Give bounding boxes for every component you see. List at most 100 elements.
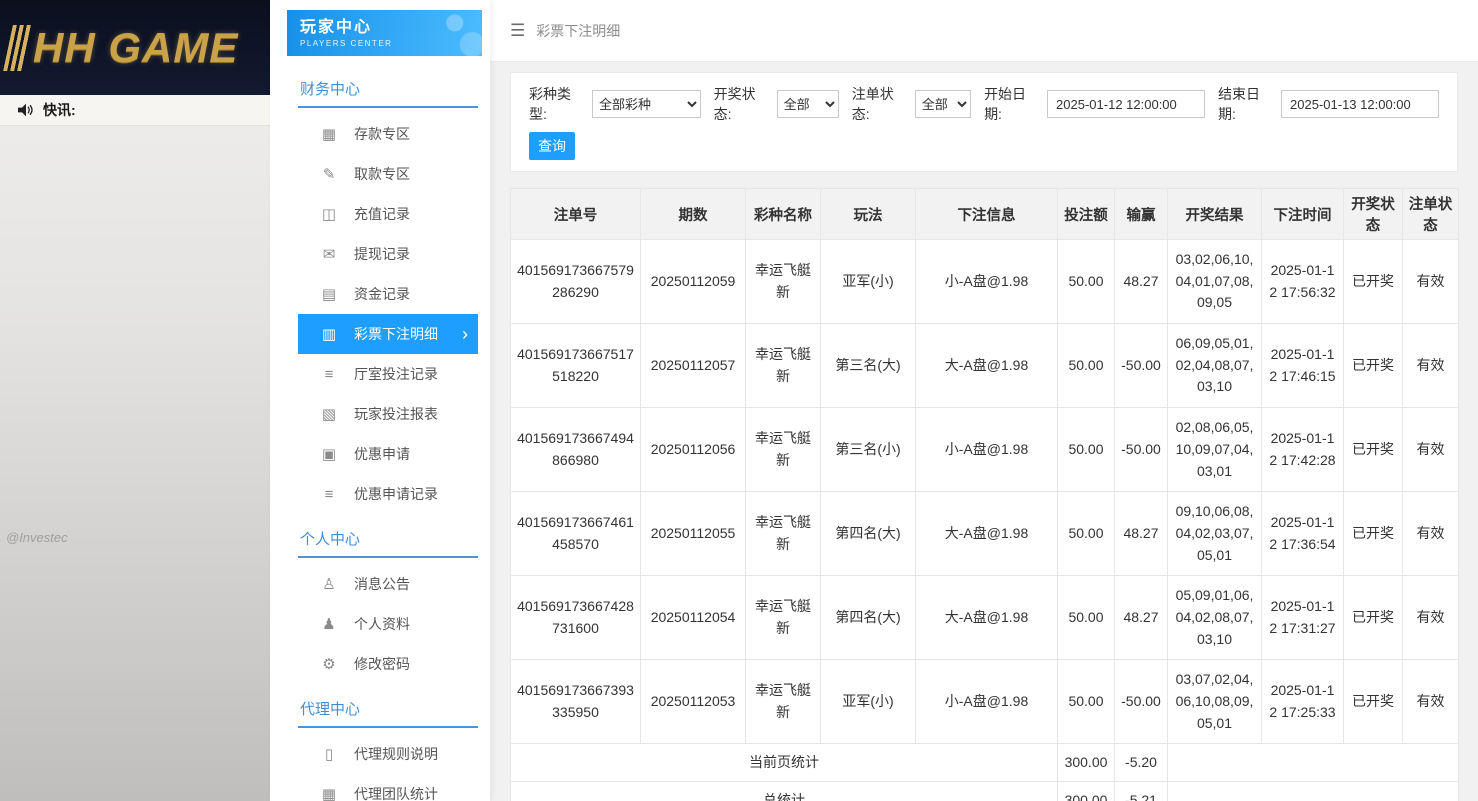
sidebar-item-agent-team-stats[interactable]: ▦ 代理团队统计: [298, 774, 478, 801]
cell-lottery-name: 幸运飞艇新: [746, 492, 821, 576]
order-status-select[interactable]: 全部: [915, 90, 971, 118]
cell-play-type: 第四名(大): [821, 492, 916, 576]
cell-bet-time: 2025-01-12 17:31:27: [1262, 576, 1344, 660]
sidebar-item-label: 存款专区: [354, 124, 410, 144]
cell-period: 20250112055: [641, 492, 746, 576]
cell-bet-info: 大-A盘@1.98: [916, 324, 1058, 408]
sidebar-item-promo-apply[interactable]: ▣ 优惠申请: [298, 434, 478, 474]
cell-period: 20250112054: [641, 576, 746, 660]
cell-bet-amount: 50.00: [1058, 660, 1115, 744]
cell-order-status: 有效: [1403, 660, 1459, 744]
logo: HH GAME: [0, 0, 270, 95]
deposit-icon: ▦: [318, 125, 340, 143]
sidebar-item-profile[interactable]: ♟个人资料: [298, 604, 478, 644]
cell-order-status: 有效: [1403, 240, 1459, 324]
sidebar-item-label: 玩家投注报表: [354, 404, 438, 424]
player-center-subtitle: PLAYERS CENTER: [300, 39, 482, 48]
column-header-bet-time: 下注时间: [1262, 189, 1344, 240]
sidebar-item-promo-apply-record[interactable]: ≡优惠申请记录: [298, 474, 478, 514]
brand-panel: HH GAME 快讯: @Investec: [0, 0, 270, 801]
topbar: ☰ 彩票下注明细: [490, 0, 1478, 62]
table-row: 40156917366749486698020250112056幸运飞艇新第三名…: [511, 408, 1459, 492]
cell-order-status: 有效: [1403, 492, 1459, 576]
cell-draw-status: 已开奖: [1344, 660, 1403, 744]
sidebar-item-withdraw-record[interactable]: ✉提现记录: [298, 234, 478, 274]
end-date-input[interactable]: [1281, 90, 1439, 118]
funds-record-icon: ▤: [318, 285, 340, 303]
news-label: 快讯:: [43, 100, 76, 120]
promo-apply-icon: ▣: [318, 445, 340, 463]
sidebar-item-withdraw[interactable]: ✎取款专区: [298, 154, 478, 194]
sidebar-item-deposit[interactable]: ▦ 存款专区: [298, 114, 478, 154]
table-row: 40156917366757928629020250112059幸运飞艇新亚军(…: [511, 240, 1459, 324]
page-summary-empty: [1168, 744, 1459, 782]
player-center-title: 玩家中心: [300, 19, 482, 37]
sidebar-item-label: 代理团队统计: [354, 784, 438, 801]
sidebar-item-funds-record[interactable]: ▤资金记录: [298, 274, 478, 314]
sidebar-item-label: 优惠申请: [354, 444, 410, 464]
sidebar-item-messages[interactable]: ♙ 消息公告: [298, 564, 478, 604]
table-row: 40156917366751751822020250112057幸运飞艇新第三名…: [511, 324, 1459, 408]
cell-lottery-name: 幸运飞艇新: [746, 324, 821, 408]
cell-draw-result: 09,10,06,08,04,02,03,07,05,01: [1168, 492, 1262, 576]
cell-draw-result: 05,09,01,06,04,02,08,07,03,10: [1168, 576, 1262, 660]
profile-icon: ♟: [318, 615, 340, 633]
page-summary-row: 当前页统计 300.00 -5.20: [511, 744, 1459, 782]
table-summary: 当前页统计 300.00 -5.20 总统计 300.00 -5.21: [511, 744, 1459, 801]
sidebar-section-title: 代理中心: [298, 688, 478, 728]
sidebar-item-label: 取款专区: [354, 164, 410, 184]
column-header-play-type: 玩法: [821, 189, 916, 240]
promo-apply-record-icon: ≡: [318, 486, 340, 503]
lottery-type-select[interactable]: 全部彩种: [592, 90, 701, 118]
cell-play-type: 第三名(大): [821, 324, 916, 408]
cell-order-no: 401569173667517518220: [511, 324, 641, 408]
agent-rules-icon: ▯: [318, 745, 340, 763]
cell-draw-result: 02,08,06,05,10,09,07,04,03,01: [1168, 408, 1262, 492]
sidebar-item-player-bet-report[interactable]: ▧玩家投注报表: [298, 394, 478, 434]
messages-icon: ♙: [318, 575, 340, 593]
sidebar-item-recharge-record[interactable]: ◫充值记录: [298, 194, 478, 234]
filter-panel: 彩种类型: 全部彩种 开奖状态: 全部 注单状态: 全部 开始日期: 结束日期:: [510, 72, 1458, 172]
start-date-input[interactable]: [1047, 90, 1205, 118]
cell-bet-time: 2025-01-12 17:42:28: [1262, 408, 1344, 492]
lottery-type-label: 彩种类型:: [529, 84, 587, 124]
grand-summary-label: 总统计: [511, 782, 1058, 801]
change-password-icon: ⚙: [318, 655, 340, 673]
cell-draw-status: 已开奖: [1344, 408, 1403, 492]
cell-bet-amount: 50.00: [1058, 576, 1115, 660]
sidebar-item-agent-rules[interactable]: ▯ 代理规则说明: [298, 734, 478, 774]
draw-status-select[interactable]: 全部: [777, 90, 839, 118]
cell-lottery-name: 幸运飞艇新: [746, 408, 821, 492]
cell-draw-result: 06,09,05,01,02,04,08,07,03,10: [1168, 324, 1262, 408]
bet-table: 注单号期数彩种名称玩法下注信息投注额输赢开奖结果下注时间开奖状态注单状态 401…: [510, 188, 1459, 801]
search-button[interactable]: 查询: [529, 132, 575, 160]
column-header-lottery-name: 彩种名称: [746, 189, 821, 240]
content: 彩种类型: 全部彩种 开奖状态: 全部 注单状态: 全部 开始日期: 结束日期:: [490, 62, 1478, 801]
sidebar-item-label: 提现记录: [354, 244, 410, 264]
column-header-draw-status: 开奖状态: [1344, 189, 1403, 240]
agent-team-stats-icon: ▦: [318, 785, 340, 801]
cell-order-no: 401569173667461458570: [511, 492, 641, 576]
sidebar-item-hall-bet-record[interactable]: ≡厅室投注记录: [298, 354, 478, 394]
chevron-right-icon: ›: [462, 325, 468, 343]
sidebar-item-label: 厅室投注记录: [354, 364, 438, 384]
menu-toggle-icon[interactable]: ☰: [510, 21, 525, 41]
sidebar-item-lottery-bet-detail[interactable]: ▥彩票下注明细›: [298, 314, 478, 354]
app-root: HH GAME 快讯: @Investec 玩家中心 PLAYERS CENTE…: [0, 0, 1478, 801]
cell-bet-amount: 50.00: [1058, 324, 1115, 408]
speaker-icon: [18, 103, 34, 117]
start-date-label: 开始日期:: [984, 84, 1042, 124]
column-header-order-status: 注单状态: [1403, 189, 1459, 240]
sidebar-item-label: 消息公告: [354, 574, 410, 594]
cell-bet-time: 2025-01-12 17:36:54: [1262, 492, 1344, 576]
end-date-label: 结束日期:: [1218, 84, 1276, 124]
cell-bet-info: 大-A盘@1.98: [916, 576, 1058, 660]
cell-draw-status: 已开奖: [1344, 492, 1403, 576]
sidebar-item-label: 彩票下注明细: [354, 324, 438, 344]
player-center-sidebar: 玩家中心 PLAYERS CENTER 财务中心▦存款专区✎取款专区◫充值记录✉…: [270, 0, 490, 801]
sidebar-item-change-password[interactable]: ⚙修改密码: [298, 644, 478, 684]
cell-draw-status: 已开奖: [1344, 576, 1403, 660]
cell-bet-info: 大-A盘@1.98: [916, 492, 1058, 576]
sidebar-item-label: 代理规则说明: [354, 744, 438, 764]
page-title: 彩票下注明细: [536, 21, 620, 41]
